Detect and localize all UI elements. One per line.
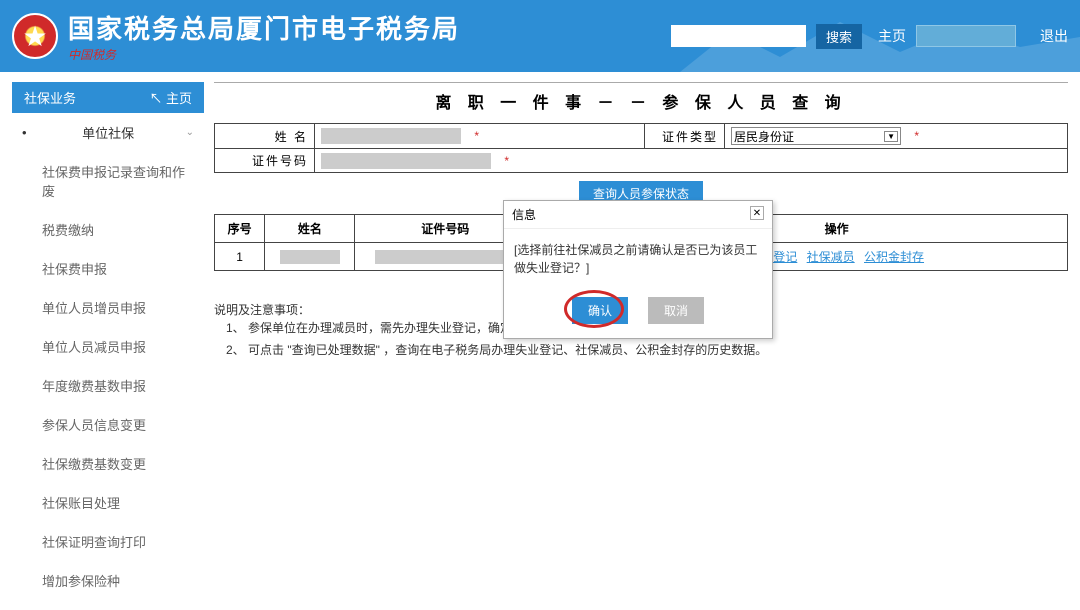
sidebar-item[interactable]: 社保费申报	[12, 249, 204, 288]
search-button[interactable]: 搜索	[816, 24, 862, 49]
masked-idno	[375, 250, 515, 264]
sidebar-item[interactable]: 税费缴纳	[12, 210, 204, 249]
idno-input[interactable]	[321, 153, 491, 169]
sidebar-item[interactable]: 单位人员增员申报	[12, 288, 204, 327]
sidebar-item[interactable]: 参保人员信息变更	[12, 405, 204, 444]
dropdown-arrow-icon: ▼	[884, 131, 898, 142]
op-fund-seal-link[interactable]: 公积金封存	[864, 250, 924, 264]
user-info-box	[916, 25, 1016, 47]
query-form: 姓 名 * 证件类型 居民身份证 ▼ * 证件号码 *	[214, 123, 1068, 173]
chevron-down-icon: ⌄	[186, 127, 194, 138]
idtype-select[interactable]: 居民身份证 ▼	[731, 127, 901, 145]
required-mark: *	[474, 129, 479, 143]
sidebar-home-link[interactable]: ↖ 主页	[149, 88, 192, 107]
sidebar-item[interactable]: 社保证明查询打印	[12, 522, 204, 561]
sidebar-children: 社保费申报记录查询和作废 税费缴纳 社保费申报 单位人员增员申报 单位人员减员申…	[12, 152, 204, 600]
op-insurance-reduce-link[interactable]: 社保减员	[807, 250, 855, 264]
required-mark: *	[504, 154, 509, 168]
confirm-modal: 信息 ✕ [选择前往社保减员之前请确认是否已为该员工做失业登记？] 确认 取消	[503, 200, 773, 339]
sidebar-item[interactable]: 单位人员减员申报	[12, 327, 204, 366]
sidebar-item[interactable]: 增加参保险种	[12, 561, 204, 600]
name-input[interactable]	[321, 128, 461, 144]
sidebar-item[interactable]: 社保账目处理	[12, 483, 204, 522]
cancel-button[interactable]: 取消	[648, 297, 704, 324]
confirm-button[interactable]: 确认	[572, 297, 628, 324]
header-script: 中国税务	[68, 46, 460, 63]
sidebar-item[interactable]: 社保费申报记录查询和作废	[12, 152, 204, 210]
header-title: 国家税务总局厦门市电子税务局	[68, 9, 460, 46]
app-header: ★ 国家税务总局厦门市电子税务局 中国税务 搜索 主页 退出	[0, 0, 1080, 72]
masked-name	[280, 250, 340, 264]
logout-link[interactable]: 退出	[1040, 26, 1068, 46]
modal-title: 信息	[512, 206, 536, 223]
sidebar-item[interactable]: 社保缴费基数变更	[12, 444, 204, 483]
name-label: 姓 名	[215, 124, 315, 149]
main-content: 离 职 一 件 事 － － 参 保 人 员 查 询 姓 名 * 证件类型 居民身…	[214, 82, 1068, 600]
emblem-logo: ★	[12, 13, 58, 59]
sidebar-item[interactable]: 年度缴费基数申报	[12, 366, 204, 405]
modal-body: [选择前往社保减员之前请确认是否已为该员工做失业登记？]	[504, 229, 772, 289]
sidebar-title: 社保业务	[24, 88, 76, 107]
required-mark: *	[914, 129, 919, 143]
sidebar: 社保业务 ↖ 主页 单位社保 ⌄ 社保费申报记录查询和作废 税费缴纳 社保费申报…	[12, 82, 204, 600]
idtype-label: 证件类型	[645, 124, 725, 149]
sidebar-parent-item[interactable]: 单位社保 ⌄	[12, 113, 204, 152]
idno-label: 证件号码	[215, 149, 315, 173]
close-icon[interactable]: ✕	[750, 206, 764, 220]
home-label[interactable]: 主页	[878, 26, 906, 46]
page-title: 离 职 一 件 事 － － 参 保 人 员 查 询	[214, 83, 1068, 123]
search-input[interactable]	[671, 25, 806, 47]
